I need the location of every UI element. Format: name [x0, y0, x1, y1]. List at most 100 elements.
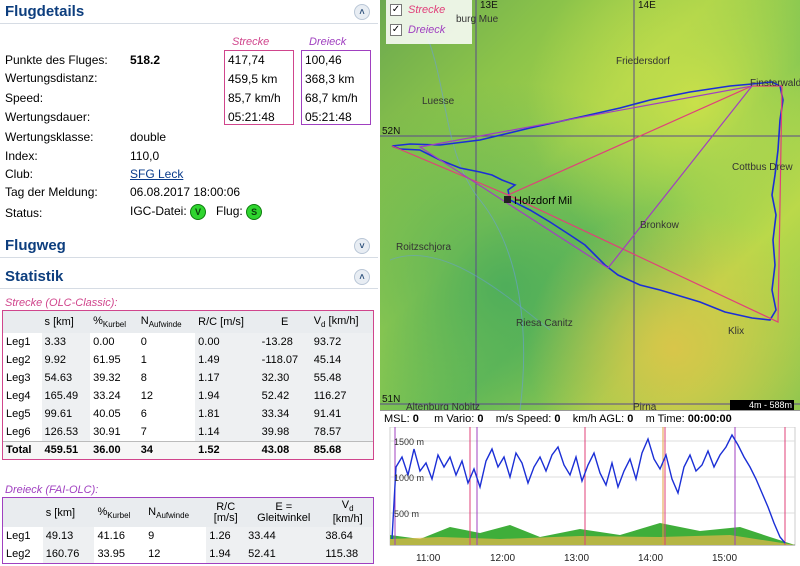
table-row: Leg1 49.13 41.16 9 1.26 33.44 38.64 [3, 527, 373, 546]
table-cell: 1.17 [195, 369, 259, 387]
table-cell: -118.07 [258, 351, 311, 369]
strecke-table-caption: Strecke (OLC-Classic): [5, 297, 118, 309]
col-distance: s [km] [41, 311, 91, 333]
table-cell: 55.48 [310, 369, 373, 387]
dreieck-table-caption: Dreieck (FAI-OLC): [5, 484, 99, 496]
dreieck-column-head: Dreieck [309, 36, 347, 48]
dreieck-summary-box: 100,46 368,3 km 68,7 km/h 05:21:48 [301, 50, 371, 125]
report-date-label: Tag der Meldung: [5, 185, 98, 199]
strecke-summary-box: 417,74 459,5 km 85,7 km/h 05:21:48 [224, 50, 294, 125]
grid-label-13e: 13E [480, 0, 498, 11]
collapse-up-icon[interactable]: ˄ [354, 269, 370, 285]
table-cell: 91.41 [310, 405, 373, 423]
table-cell: 1.94 [195, 387, 259, 405]
col-glide: E = Gleitwinkel [245, 498, 323, 528]
table-cell: 12 [148, 548, 161, 561]
table-cell: 1.26 [206, 527, 246, 546]
table-cell: Leg2 [6, 354, 31, 366]
grid-label-14e: 14E [638, 0, 656, 11]
table-cell: 45.14 [310, 351, 373, 369]
igc-file-label: IGC-Datei: [130, 204, 187, 219]
statistik-header[interactable]: Statistik ˄ [0, 265, 378, 289]
col-circling: %Kurbel [90, 311, 138, 333]
table-cell: 1.49 [195, 351, 259, 369]
table-row: Leg6 126.53 30.91 7 1.14 39.98 78.57 [3, 423, 373, 441]
table-cell: 43.08 [258, 440, 311, 459]
table-cell: 459.51 [41, 440, 91, 459]
time-tick-label: 12:00 [490, 553, 516, 564]
flugweg-title: Flugweg [5, 237, 66, 254]
table-row: Leg4 165.49 33.24 12 1.94 52.42 116.27 [3, 387, 373, 405]
barogram-status-line: MSL: 0 m Vario: 0 m/s Speed: 0 km/h AGL:… [384, 413, 732, 425]
table-cell: 41.16 [97, 530, 125, 543]
flight-label: Flug: [216, 204, 243, 219]
table-cell: 78.57 [310, 423, 373, 441]
strecke-column-head: Strecke [232, 36, 270, 48]
checkbox-checked-icon[interactable]: ✓ [390, 24, 402, 37]
place-label: Klix [728, 326, 745, 337]
index-value: 110,0 [130, 149, 160, 163]
table-cell: 32.30 [258, 369, 311, 387]
table-cell: 0 [140, 336, 147, 348]
club-link[interactable]: SFG Leck [130, 167, 183, 181]
table-cell: 0.00 [195, 333, 259, 351]
time-tick-label: 11:00 [416, 553, 441, 564]
table-row: Leg2 9.92 61.95 1 1.49 -118.07 45.14 [3, 351, 373, 369]
strecke-points: 417,74 [228, 53, 265, 67]
table-cell: 116.27 [310, 387, 373, 405]
table-cell: 8 [140, 372, 147, 384]
table-cell: 9.92 [41, 351, 91, 369]
legend-dreieck[interactable]: ✓ Dreieck [390, 24, 445, 42]
flugdetails-header[interactable]: Flugdetails ˄ [0, 0, 378, 24]
table-cell: 1.52 [195, 440, 259, 459]
col-glide: E [258, 311, 311, 333]
expand-down-icon[interactable]: ˅ [354, 238, 370, 254]
table-cell: 99.61 [41, 405, 91, 423]
table-cell: 6 [140, 408, 147, 420]
table-cell: Leg1 [6, 530, 31, 543]
table-cell: 1.14 [195, 423, 259, 441]
statistik-title: Statistik [5, 268, 64, 285]
place-label: burg Mue [456, 14, 499, 25]
place-label: Pirna [633, 402, 657, 410]
table-cell: 1 [140, 354, 147, 366]
barogram[interactable]: MSL: 0 m Vario: 0 m/s Speed: 0 km/h AGL:… [380, 410, 800, 566]
checkbox-checked-icon[interactable]: ✓ [390, 4, 402, 17]
table-cell: Leg6 [6, 425, 31, 438]
table-row: Leg3 54.63 39.32 8 1.17 32.30 55.48 [3, 369, 373, 387]
flugdetails-title: Flugdetails [5, 3, 85, 20]
igc-valid-badge-icon[interactable]: V [190, 204, 207, 220]
table-cell: Leg1 [6, 336, 31, 348]
flugweg-header[interactable]: Flugweg ˅ [0, 234, 378, 258]
table-cell: 33.24 [93, 390, 121, 402]
strecke-distance: 459,5 km [228, 72, 278, 86]
collapse-up-icon[interactable]: ˄ [354, 4, 370, 20]
duration-label: Wertungsdauer: [5, 110, 91, 124]
place-label: Finsterwalde [750, 78, 800, 89]
dreieck-duration: 05:21:48 [305, 110, 352, 124]
table-cell: 115.38 [322, 545, 373, 564]
altitude-label: 500 m [394, 509, 420, 519]
table-cell: 52.41 [245, 545, 323, 564]
table-cell: 7 [140, 425, 147, 438]
flight-status-badge-icon[interactable]: S [246, 204, 263, 220]
strecke-stats-table: s [km] %Kurbel NAufwinde R/C [m/s] E Vd … [2, 310, 374, 460]
table-cell: 9 [148, 530, 155, 543]
table-cell: 33.95 [97, 548, 125, 561]
legend-strecke[interactable]: ✓ Strecke [390, 4, 445, 22]
distance-label: Wertungsdistanz: [5, 71, 98, 85]
grid-label-51n: 51N [382, 394, 401, 405]
table-cell: 40.05 [93, 408, 121, 420]
points-label: Punkte des Fluges: [5, 53, 108, 67]
table-cell: 61.95 [93, 354, 121, 366]
table-cell: Leg4 [6, 390, 31, 402]
table-cell: 1.94 [206, 545, 246, 564]
table-cell: 30.91 [93, 425, 121, 438]
dreieck-points: 100,46 [305, 53, 342, 67]
class-value: double [130, 130, 167, 144]
time-tick-label: 14:00 [638, 553, 664, 564]
flight-map[interactable]: ✓ Strecke ✓ Dreieck 13E 14E 52N 51N burg M… [380, 0, 800, 410]
col-speed: Vd [km/h] [310, 311, 373, 333]
table-cell: 126.53 [41, 423, 91, 441]
table-cell: Total [3, 440, 42, 459]
